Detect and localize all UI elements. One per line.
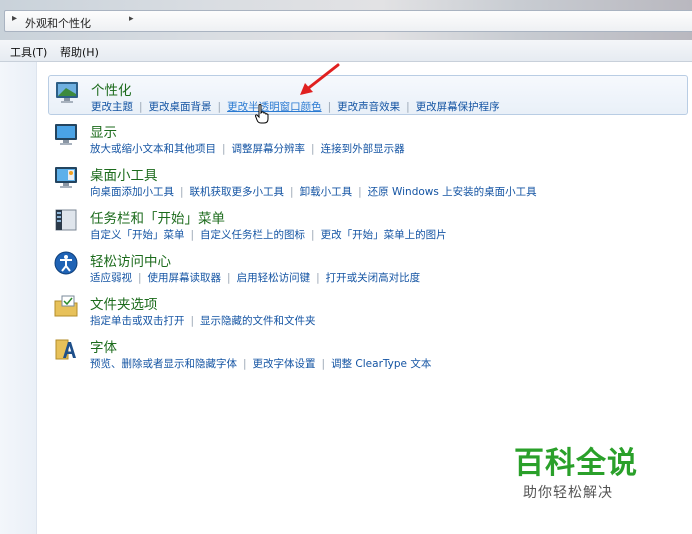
link-change-start-picture[interactable]: 更改「开始」菜单上的图片 — [321, 229, 447, 241]
category-links: 放大或缩小文本和其他项目 | 调整屏幕分辨率 | 连接到外部显示器 — [90, 143, 405, 155]
category-links: 向桌面添加小工具 | 联机获取更多小工具 | 卸载小工具 | 还原 Windows 上安装的… — [90, 186, 537, 198]
red-arrow-annotation-icon — [300, 63, 340, 95]
link-adjust-cleartype[interactable]: 调整 ClearType 文本 — [331, 358, 431, 370]
taskbar-icon[interactable] — [53, 207, 79, 233]
link-high-contrast[interactable]: 打开或关闭高对比度 — [326, 272, 421, 284]
menu-help[interactable]: 帮助(H) — [60, 44, 99, 60]
category-title[interactable]: 文件夹选项 — [90, 293, 158, 313]
address-bar-area: ▸ 外观和个性化 ▸ — [0, 0, 692, 40]
link-adjust-resolution[interactable]: 调整屏幕分辨率 — [232, 143, 306, 155]
display-icon[interactable] — [53, 121, 79, 147]
category-title[interactable]: 显示 — [90, 121, 117, 141]
link-customize-start-menu[interactable]: 自定义「开始」菜单 — [90, 229, 185, 241]
link-customize-taskbar-icons[interactable]: 自定义任务栏上的图标 — [200, 229, 305, 241]
category-title[interactable]: 轻松访问中心 — [90, 250, 171, 270]
link-resize-text[interactable]: 放大或缩小文本和其他项目 — [90, 143, 216, 155]
watermark: 百科全说 助你轻松解决 — [492, 430, 670, 512]
link-turn-on-sticky-keys[interactable]: 启用轻松访问键 — [237, 272, 311, 284]
breadcrumb-chevron-icon[interactable]: ▸ — [12, 13, 17, 24]
left-pane — [0, 62, 37, 534]
address-bar[interactable]: ▸ 外观和个性化 ▸ — [4, 10, 692, 32]
watermark-title: 百科全说 — [514, 446, 638, 481]
category-links: 预览、删除或者显示和隐藏字体 | 更改字体设置 | 调整 ClearType 文本 — [90, 358, 432, 370]
menu-bar: 工具(T) 帮助(H) — [0, 40, 692, 62]
link-show-hidden-files[interactable]: 显示隐藏的文件和文件夹 — [200, 315, 316, 327]
link-change-screensaver[interactable]: 更改屏幕保护程序 — [416, 101, 500, 113]
category-title[interactable]: 桌面小工具 — [90, 164, 158, 184]
fonts-icon[interactable] — [53, 336, 79, 362]
link-change-theme[interactable]: 更改主题 — [91, 101, 133, 113]
desktop-gadgets-icon[interactable] — [53, 164, 79, 190]
category-personalization: 个性化 更改主题 | 更改桌面背景 | 更改半透明窗口颜色 | 更改声音效果 | 更改屏幕保护程… — [48, 75, 688, 115]
hand-cursor-icon — [255, 104, 269, 124]
category-title[interactable]: 个性化 — [91, 79, 132, 99]
link-connect-external-display[interactable]: 连接到外部显示器 — [321, 143, 405, 155]
category-links: 自定义「开始」菜单 | 自定义任务栏上的图标 | 更改「开始」菜单上的图片 — [90, 229, 447, 241]
category-desktop-gadgets: 桌面小工具 向桌面添加小工具 | 联机获取更多小工具 | 卸载小工具 | 还原 Window… — [48, 161, 688, 201]
category-display: 显示 放大或缩小文本和其他项目 | 调整屏幕分辨率 | 连接到外部显示器 — [48, 118, 688, 158]
link-change-font-settings[interactable]: 更改字体设置 — [253, 358, 316, 370]
category-fonts: 字体 预览、删除或者显示和隐藏字体 | 更改字体设置 | 调整 ClearType 文本 — [48, 333, 688, 373]
category-links: 适应弱视 | 使用屏幕读取器 | 启用轻松访问键 | 打开或关闭高对比度 — [90, 272, 421, 284]
menu-tools[interactable]: 工具(T) — [10, 44, 47, 60]
category-links: 指定单击或双击打开 | 显示隐藏的文件和文件夹 — [90, 315, 316, 327]
category-title[interactable]: 任务栏和「开始」菜单 — [90, 207, 225, 227]
link-preview-delete-fonts[interactable]: 预览、删除或者显示和隐藏字体 — [90, 358, 237, 370]
link-get-more-gadgets[interactable]: 联机获取更多小工具 — [190, 186, 285, 198]
category-ease-of-access: 轻松访问中心 适应弱视 | 使用屏幕读取器 | 启用轻松访问键 | 打开或关闭高对比度 — [48, 247, 688, 287]
link-change-desktop-background[interactable]: 更改桌面背景 — [149, 101, 212, 113]
folder-options-icon[interactable] — [53, 293, 79, 319]
category-folder-options: 文件夹选项 指定单击或双击打开 | 显示隐藏的文件和文件夹 — [48, 290, 688, 330]
breadcrumb-current[interactable]: 外观和个性化 — [25, 15, 91, 31]
link-single-double-click[interactable]: 指定单击或双击打开 — [90, 315, 185, 327]
breadcrumb-dropdown-icon[interactable]: ▸ — [129, 14, 134, 24]
link-use-screen-reader[interactable]: 使用屏幕读取器 — [148, 272, 222, 284]
category-title[interactable]: 字体 — [90, 336, 117, 356]
link-restore-gadgets[interactable]: 还原 Windows 上安装的桌面小工具 — [368, 186, 537, 198]
watermark-subtitle: 助你轻松解决 — [523, 485, 613, 501]
ease-of-access-icon[interactable] — [53, 250, 79, 276]
category-taskbar-start-menu: 任务栏和「开始」菜单 自定义「开始」菜单 | 自定义任务栏上的图标 | 更改「开始」菜单… — [48, 204, 688, 244]
link-add-gadgets[interactable]: 向桌面添加小工具 — [90, 186, 174, 198]
link-uninstall-gadget[interactable]: 卸载小工具 — [300, 186, 353, 198]
personalization-icon[interactable] — [54, 79, 80, 105]
link-optimize-vision[interactable]: 适应弱视 — [90, 272, 132, 284]
